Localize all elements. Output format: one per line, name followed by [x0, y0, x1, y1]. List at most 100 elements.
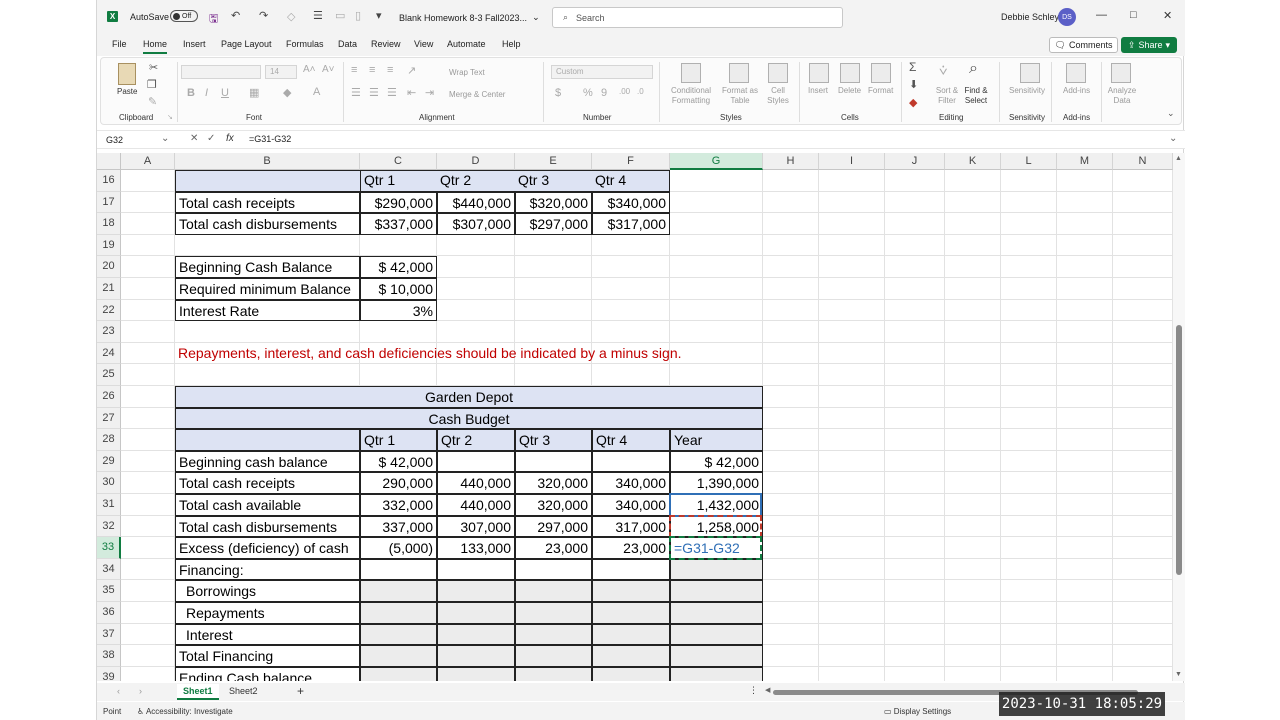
- column-header-c[interactable]: C: [360, 153, 437, 170]
- budget-row-label[interactable]: Total cash disbursements: [175, 515, 360, 538]
- sensitivity-icon[interactable]: [1020, 63, 1040, 83]
- budget-value[interactable]: [670, 602, 763, 624]
- budget-value[interactable]: (5,000): [360, 537, 437, 559]
- column-header-i[interactable]: I: [819, 153, 885, 170]
- vertical-scrollbar[interactable]: ▲ ▼: [1173, 153, 1185, 681]
- top-table-header-cell[interactable]: Qtr 4: [592, 170, 670, 192]
- budget-value[interactable]: $ 42,000: [360, 450, 437, 473]
- top-table-value[interactable]: $320,000: [515, 191, 592, 214]
- font-color-icon[interactable]: A: [313, 86, 320, 98]
- collapse-ribbon-icon[interactable]: ⌄: [1167, 108, 1175, 119]
- budget-value[interactable]: [360, 558, 437, 581]
- document-title[interactable]: Blank Homework 8-3 Fall2023... ⌄: [399, 12, 540, 23]
- budget-value[interactable]: [437, 580, 515, 602]
- top-table-label[interactable]: Total cash disbursements: [175, 213, 360, 235]
- copy-icon[interactable]: ❐: [147, 78, 157, 91]
- top-table-header-cell[interactable]: Qtr 2: [437, 170, 515, 192]
- row-header-36[interactable]: 36: [97, 602, 121, 624]
- budget-title[interactable]: Cash Budget: [175, 407, 763, 430]
- budget-value[interactable]: 340,000: [592, 472, 670, 494]
- formula-input[interactable]: =G31-G32: [249, 134, 291, 144]
- budget-value[interactable]: [360, 645, 437, 667]
- column-header-e[interactable]: E: [515, 153, 592, 170]
- budget-header-cell[interactable]: Qtr 1: [360, 429, 437, 451]
- row-header-29[interactable]: 29: [97, 450, 121, 473]
- budget-value[interactable]: [515, 580, 592, 602]
- format-as-table-icon[interactable]: [729, 63, 749, 83]
- tab-insert[interactable]: Insert: [183, 39, 206, 49]
- add-ins-button[interactable]: Add-ins: [1063, 86, 1090, 96]
- fill-icon[interactable]: ⬇: [909, 78, 918, 91]
- top-table-label[interactable]: Total cash receipts: [175, 191, 360, 214]
- select-all-corner[interactable]: [97, 153, 121, 170]
- budget-row-label[interactable]: Total cash available: [175, 494, 360, 516]
- budget-value[interactable]: 440,000: [437, 472, 515, 494]
- qat-more-icon[interactable]: ▾: [376, 9, 382, 22]
- delete-cells-button[interactable]: Delete: [838, 86, 861, 96]
- tab-review[interactable]: Review: [371, 39, 401, 49]
- find-select-button[interactable]: Find & Select: [961, 86, 991, 106]
- budget-value[interactable]: 290,000: [360, 472, 437, 494]
- scroll-up-icon[interactable]: ▲: [1175, 155, 1182, 162]
- analyze-data-button[interactable]: Analyze Data: [1107, 86, 1137, 106]
- column-header-a[interactable]: A: [121, 153, 175, 170]
- minimize-icon[interactable]: —: [1096, 9, 1107, 21]
- budget-value[interactable]: 307,000: [437, 515, 515, 538]
- budget-value[interactable]: [360, 580, 437, 602]
- add-ins-icon[interactable]: [1066, 63, 1086, 83]
- align-top-icon[interactable]: ≡: [351, 64, 357, 76]
- top-table-value[interactable]: $337,000: [360, 213, 437, 235]
- increase-decimal-icon[interactable]: .00: [619, 87, 630, 96]
- budget-value[interactable]: [515, 645, 592, 667]
- dialog-launcher-icon[interactable]: ↘: [167, 113, 173, 121]
- column-header-n[interactable]: N: [1113, 153, 1173, 170]
- row-header-23[interactable]: 23: [97, 321, 121, 343]
- currency-icon[interactable]: $: [555, 87, 561, 99]
- budget-value[interactable]: 440,000: [437, 494, 515, 516]
- tab-data[interactable]: Data: [338, 39, 357, 49]
- underline-icon[interactable]: U: [221, 87, 229, 99]
- param-value[interactable]: $ 10,000: [360, 278, 437, 300]
- row-header-21[interactable]: 21: [97, 278, 121, 300]
- budget-value[interactable]: 297,000: [515, 515, 592, 538]
- top-table-value[interactable]: $290,000: [360, 191, 437, 214]
- cell-styles-icon[interactable]: [768, 63, 788, 83]
- more-options-icon[interactable]: ⋮: [749, 685, 758, 696]
- insert-cells-button[interactable]: Insert: [808, 86, 828, 96]
- column-header-h[interactable]: H: [763, 153, 819, 170]
- param-label[interactable]: Required minimum Balance: [175, 278, 360, 300]
- budget-value[interactable]: [360, 623, 437, 646]
- decrease-indent-icon[interactable]: ⇤: [407, 86, 416, 99]
- close-icon[interactable]: ✕: [1163, 9, 1172, 22]
- row-header-32[interactable]: 32: [97, 515, 121, 538]
- budget-row-label[interactable]: Excess (deficiency) of cash: [175, 537, 360, 559]
- row-header-25[interactable]: 25: [97, 364, 121, 386]
- column-header-g[interactable]: G: [670, 153, 763, 170]
- budget-row-label[interactable]: Interest: [175, 623, 360, 646]
- top-table-value[interactable]: $307,000: [437, 213, 515, 235]
- merge-center-button[interactable]: Merge & Center: [449, 90, 505, 100]
- document-icon[interactable]: ▯: [355, 9, 361, 22]
- param-value[interactable]: 3%: [360, 299, 437, 322]
- delete-cells-icon[interactable]: [840, 63, 860, 83]
- align-bottom-icon[interactable]: ≡: [387, 64, 393, 76]
- decrease-decimal-icon[interactable]: .0: [637, 87, 644, 96]
- decrease-font-icon[interactable]: A˅: [322, 64, 335, 75]
- budget-value[interactable]: [360, 666, 437, 681]
- increase-font-icon[interactable]: A˄: [303, 64, 316, 75]
- budget-value[interactable]: [592, 602, 670, 624]
- worksheet-grid[interactable]: A B C D E F G H I J K L M N 16 17 18 19 20 21 22 23 24 25 26 27 28…: [97, 153, 1173, 681]
- budget-value[interactable]: [592, 450, 670, 473]
- budget-value[interactable]: 340,000: [592, 494, 670, 516]
- budget-value[interactable]: 23,000: [515, 537, 592, 559]
- italic-icon[interactable]: I: [205, 87, 208, 99]
- format-cells-button[interactable]: Format: [868, 86, 893, 96]
- budget-value[interactable]: 1,390,000: [670, 472, 763, 494]
- row-header-33[interactable]: 33: [97, 537, 121, 559]
- budget-value[interactable]: [515, 558, 592, 581]
- row-header-26[interactable]: 26: [97, 386, 121, 408]
- eraser-icon[interactable]: ◇: [287, 10, 295, 23]
- row-header-18[interactable]: 18: [97, 213, 121, 235]
- budget-value[interactable]: [360, 602, 437, 624]
- budget-value[interactable]: [515, 666, 592, 681]
